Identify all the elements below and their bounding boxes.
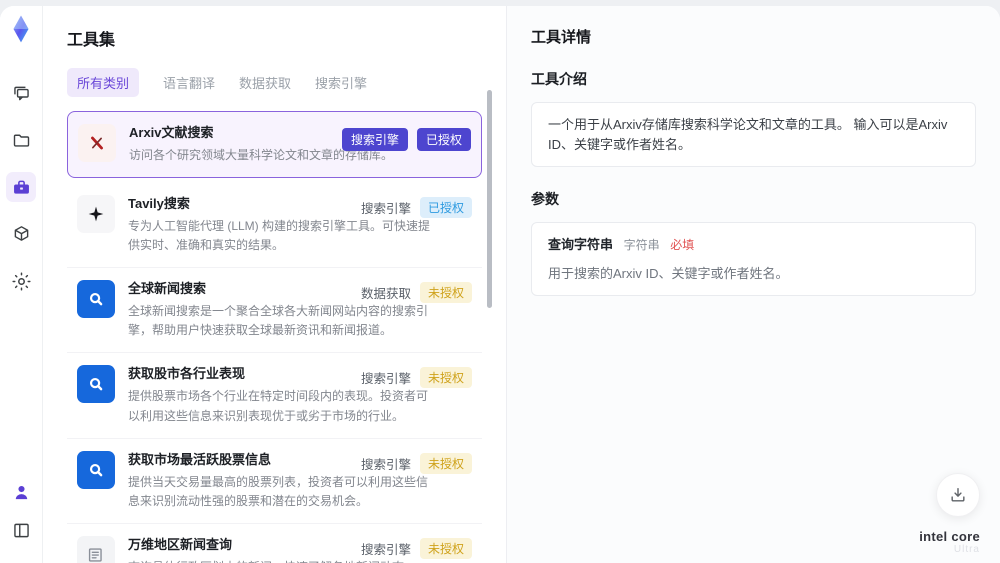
category-label: 数据获取 — [360, 287, 411, 302]
param-desc: 用于搜索的Arxiv ID、关键字或作者姓名。 — [548, 265, 789, 281]
tab-language-translation[interactable]: 语言翻译 — [163, 73, 215, 92]
auth-status-badge: 未授权 — [419, 537, 472, 559]
list-scrollbar[interactable] — [487, 90, 492, 308]
param-header: 查询字符串 字符串 必填 — [548, 235, 959, 255]
intro-heading: 工具介绍 — [531, 71, 587, 87]
tool-badges: 数据获取 未授权 — [360, 282, 472, 304]
tool-card-most-active-stocks[interactable]: 获取市场最活跃股票信息 提供当天交易量最高的股票列表，投资者可以利用这些信息来识… — [67, 438, 482, 524]
param-type: 字符串 — [623, 238, 660, 252]
auth-status-badge: 已授权 — [419, 197, 472, 219]
param-card: 查询字符串 字符串 必填 用于搜索的Arxiv ID、关键字或作者姓名。 — [531, 222, 976, 296]
tool-card-regional-news[interactable]: 万维地区新闻查询 查询具体行政区划内的新闻，快速了解各地新闻动态 搜索引擎 未授… — [67, 523, 482, 563]
tool-badges: 搜索引擎 已授权 — [341, 128, 471, 151]
category-label: 搜索引擎 — [360, 202, 411, 217]
params-heading: 参数 — [531, 191, 559, 207]
tool-card-global-news[interactable]: 全球新闻搜索 全球新闻搜索是一个聚合全球各大新闻网站内容的搜索引擎，帮助用户快速… — [67, 268, 482, 354]
chat-icon[interactable] — [6, 78, 36, 108]
tool-badges: 搜索引擎 已授权 — [360, 197, 472, 219]
sidebar-rail — [0, 6, 43, 563]
newspaper-icon — [77, 535, 115, 563]
app-logo-icon — [6, 14, 36, 44]
tool-card-tavily[interactable]: Tavily搜索 专为人工智能代理 (LLM) 构建的搜索引擎工具。可快速提供实… — [67, 183, 482, 269]
tool-card-arxiv[interactable]: Arxiv文献搜索 访问各个研究领域大量科学论文和文章的存储库。 搜索引擎 已授… — [67, 111, 482, 179]
sidebar-bottom — [6, 477, 36, 553]
category-label: 搜索引擎 — [360, 542, 411, 557]
tool-desc: 专为人工智能代理 (LLM) 构建的搜索引擎工具。可快速提供实时、准确和真实的结… — [128, 218, 431, 253]
category-label: 搜索引擎 — [360, 457, 411, 472]
detail-title: 工具详情 — [531, 29, 592, 46]
settings-gear-icon[interactable] — [6, 266, 36, 296]
blue-search-icon — [77, 280, 115, 319]
param-name: 查询字符串 — [548, 237, 614, 252]
cube-icon[interactable] — [6, 219, 36, 249]
download-button[interactable] — [936, 473, 980, 517]
auth-status-badge: 未授权 — [419, 452, 472, 474]
intel-core-logo: intel core Ultra — [919, 528, 980, 555]
blue-search-icon — [77, 365, 115, 404]
tab-all-categories[interactable]: 所有类别 — [67, 68, 140, 97]
intro-card: 一个用于从Arxiv存储库搜索科学论文和文章的工具。 输入可以是Arxiv ID… — [531, 102, 976, 167]
toolbox-icon[interactable] — [6, 172, 36, 202]
tools-panel: 工具集 所有类别 语言翻译 数据获取 搜索引擎 Arxiv文献搜索 访问各个研究… — [43, 6, 506, 563]
intel-core-text: intel core — [919, 528, 980, 544]
page-title: 工具集 — [67, 32, 116, 49]
tool-list: Arxiv文献搜索 访问各个研究领域大量科学论文和文章的存储库。 搜索引擎 已授… — [67, 111, 482, 563]
intel-ultra-text: Ultra — [953, 544, 980, 555]
category-label: 搜索引擎 — [360, 372, 411, 387]
avatar-icon[interactable] — [6, 477, 36, 507]
auth-status-badge: 未授权 — [419, 367, 472, 389]
tool-desc: 提供股票市场各个行业在特定时间段内的表现。投资者可以利用这些信息来识别表现优于或… — [128, 389, 429, 423]
tavily-star-icon — [77, 195, 115, 234]
panel-toggle-icon[interactable] — [6, 515, 36, 545]
app-root: 工具集 所有类别 语言翻译 数据获取 搜索引擎 Arxiv文献搜索 访问各个研究… — [0, 0, 1000, 563]
category-tabs: 所有类别 语言翻译 数据获取 搜索引擎 — [67, 68, 482, 97]
auth-status-badge: 未授权 — [419, 282, 472, 304]
tab-data-acquisition[interactable]: 数据获取 — [239, 73, 291, 92]
arxiv-x-icon — [78, 124, 116, 162]
auth-status-badge: 已授权 — [416, 128, 471, 151]
tab-search-engine[interactable]: 搜索引擎 — [315, 73, 367, 92]
app-window: 工具集 所有类别 语言翻译 数据获取 搜索引擎 Arxiv文献搜索 访问各个研究… — [0, 6, 1000, 563]
blue-search-icon — [77, 450, 115, 489]
folder-icon[interactable] — [6, 125, 36, 155]
tool-badges: 搜索引擎 未授权 — [360, 367, 472, 389]
tool-desc: 全球新闻搜索是一个聚合全球各大新闻网站内容的搜索引擎，帮助用户快速获取全球最新资… — [128, 304, 429, 338]
tool-card-sector-performance[interactable]: 获取股市各行业表现 提供股票市场各个行业在特定时间段内的表现。投资者可以利用这些… — [67, 353, 482, 439]
tool-desc: 提供当天交易量最高的股票列表，投资者可以利用这些信息来识别流动性强的股票和潜在的… — [128, 474, 429, 508]
detail-panel: 工具详情 工具介绍 一个用于从Arxiv存储库搜索科学论文和文章的工具。 输入可… — [506, 6, 1000, 563]
tool-badges: 搜索引擎 未授权 — [360, 452, 472, 474]
param-required-flag: 必填 — [670, 238, 695, 252]
tool-badges: 搜索引擎 未授权 — [360, 537, 472, 559]
category-badge: 搜索引擎 — [341, 128, 408, 151]
